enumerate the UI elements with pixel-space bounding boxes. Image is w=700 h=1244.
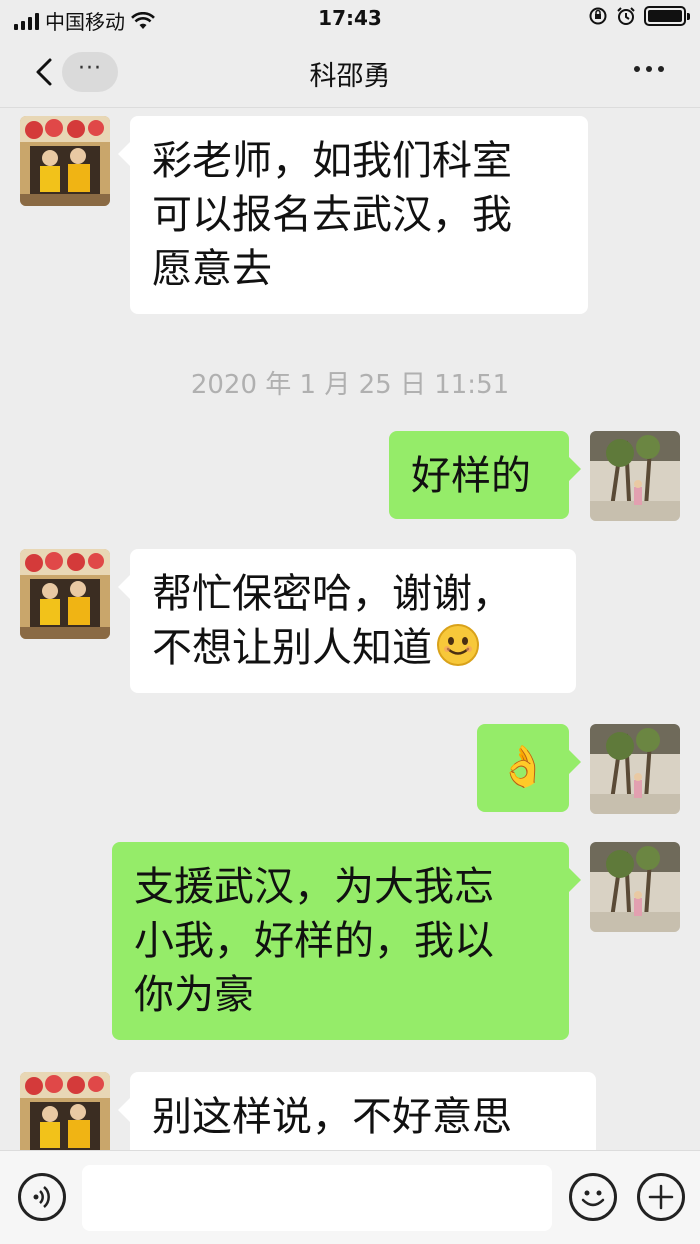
emoji-icon — [581, 1190, 605, 1207]
message-line: 别这样说，不好意思 — [152, 1094, 512, 1140]
self-avatar[interactable] — [590, 724, 680, 814]
smile-emoji-icon — [437, 624, 479, 666]
message-line: 帮忙保密哈，谢谢， — [152, 571, 512, 617]
message-line: 不想让别人知道 — [152, 625, 432, 671]
ok-hand-emoji: 👌 — [498, 744, 548, 790]
self-avatar[interactable] — [590, 431, 680, 521]
message-bubble-incoming[interactable]: 别这样说，不好意思 — [118, 1072, 596, 1150]
message-bubble-outgoing[interactable]: 好样的 — [389, 431, 581, 519]
message-bubble-incoming[interactable]: 彩老师，如我们科室 可以报名去武汉，我 愿意去 — [118, 116, 588, 314]
nav-bar: ··· 科邵勇 — [0, 36, 700, 108]
message-line: 愿意去 — [152, 246, 272, 292]
plus-button[interactable] — [637, 1173, 685, 1221]
voice-icon — [33, 1186, 50, 1208]
message-bubble-outgoing[interactable]: 支援武汉，为大我忘 小我，好样的，我以 你为豪 — [112, 842, 581, 1040]
message-input[interactable] — [82, 1165, 552, 1231]
more-menu-icon[interactable] — [634, 66, 664, 72]
alarm-icon — [617, 7, 635, 25]
chat-title: 科邵勇 — [309, 61, 391, 92]
message-line: 彩老师，如我们科室 — [152, 138, 512, 184]
message-line: 可以报名去武汉，我 — [152, 192, 512, 238]
battery-icon — [644, 6, 690, 26]
voice-button[interactable] — [18, 1173, 66, 1221]
message-line: 小我，好样的，我以 — [134, 918, 494, 964]
rotation-lock-icon — [589, 7, 607, 25]
message-line: 好样的 — [411, 453, 531, 499]
message-line: 你为豪 — [134, 972, 254, 1018]
message-bubble-outgoing[interactable]: 👌 — [477, 724, 581, 812]
message-timestamp: 2020 年 1 月 25 日 11:51 — [190, 370, 510, 400]
message-bubble-incoming[interactable]: 帮忙保密哈，谢谢， 不想让别人知道 — [118, 549, 576, 693]
plus-icon — [648, 1184, 674, 1210]
status-right — [588, 6, 690, 26]
contact-avatar[interactable] — [20, 1072, 110, 1150]
message-line-with-emoji: 不想让别人知道 — [152, 621, 554, 675]
chat-area[interactable]: 彩老师，如我们科室 可以报名去武汉，我 愿意去 2020 年 1 月 25 日 … — [0, 108, 700, 1150]
emoji-button[interactable] — [569, 1173, 617, 1221]
message-line: 支援武汉，为大我忘 — [134, 864, 494, 910]
status-bar: 中国移动 17:43 — [0, 0, 700, 36]
contact-avatar[interactable] — [20, 549, 110, 639]
self-avatar[interactable] — [590, 842, 680, 932]
input-bar — [0, 1150, 700, 1244]
contact-avatar[interactable] — [20, 116, 110, 206]
